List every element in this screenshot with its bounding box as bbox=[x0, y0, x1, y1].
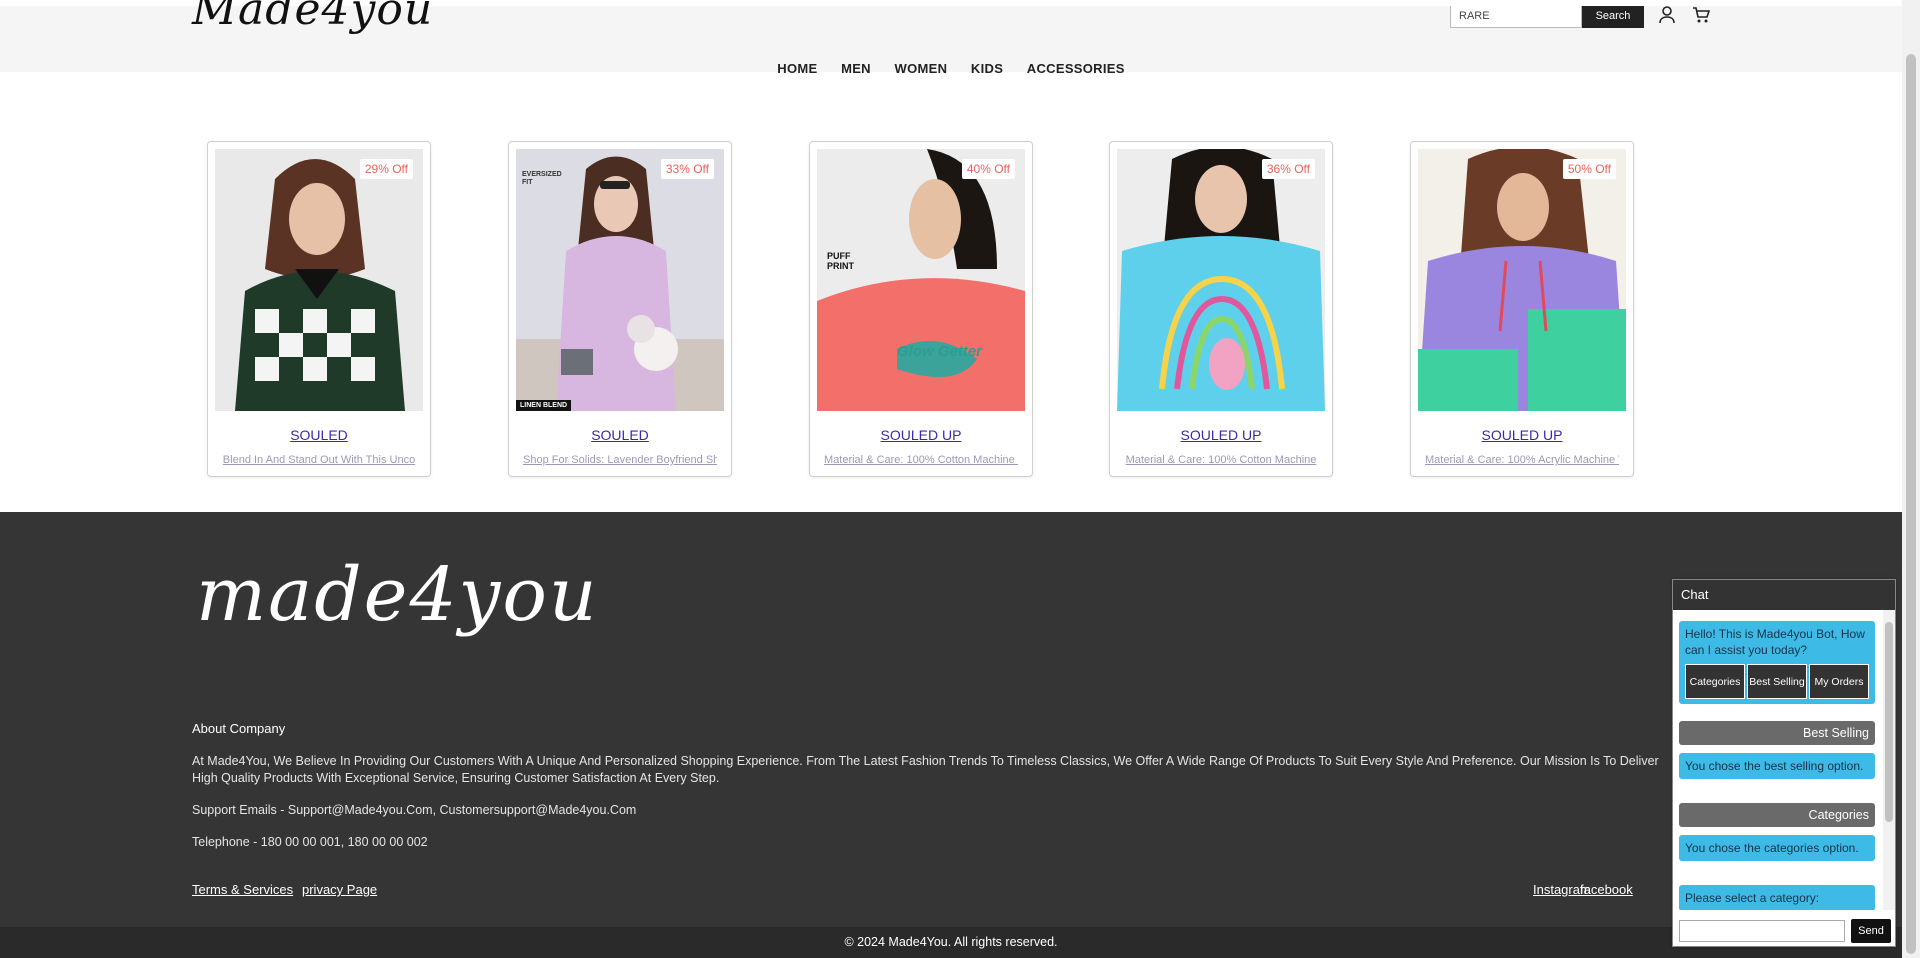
search-button[interactable]: Search bbox=[1582, 6, 1644, 28]
product-brand-link[interactable]: SOULED UP bbox=[810, 427, 1032, 443]
bot-message: You chose the best selling option. bbox=[1679, 753, 1875, 779]
quick-categories-button[interactable]: Categories bbox=[1685, 664, 1745, 699]
copyright: © 2024 Made4You. All rights reserved. bbox=[0, 927, 1902, 958]
discount-badge: 40% Off bbox=[961, 159, 1015, 179]
product-desc-link[interactable]: Shop For Solids: Lavender Boyfriend Sh bbox=[523, 454, 717, 466]
image-label-text: LINEN BLEND bbox=[516, 400, 572, 411]
bot-greeting-text: Hello! This is Made4you Bot, How can I a… bbox=[1685, 627, 1865, 657]
search-input[interactable]: RARE bbox=[1450, 6, 1582, 28]
quick-my-orders-button[interactable]: My Orders bbox=[1809, 664, 1869, 699]
about-title: About Company bbox=[192, 721, 286, 736]
bot-message: Please select a category: bbox=[1679, 885, 1875, 910]
product-card[interactable]: PUFF PRINT Glow Getter 40% Off SOULED UP… bbox=[809, 141, 1033, 477]
chat-scrollbar[interactable] bbox=[1883, 610, 1895, 910]
user-message: Best Selling bbox=[1679, 721, 1875, 745]
main-nav: HOME MEN WOMEN KIDS ACCESSORIES bbox=[0, 61, 1902, 76]
privacy-link[interactable]: privacy Page bbox=[302, 882, 377, 897]
product-desc-link[interactable]: Blend In And Stand Out With This Unco bbox=[222, 454, 416, 466]
nav-men[interactable]: MEN bbox=[841, 61, 871, 76]
image-tag-text: PUFF PRINT bbox=[827, 251, 854, 271]
page-scrollbar[interactable] bbox=[1902, 0, 1920, 958]
product-image[interactable]: 29% Off bbox=[215, 149, 423, 411]
discount-badge: 29% Off bbox=[359, 159, 413, 179]
chat-messages[interactable]: Hello! This is Made4you Bot, How can I a… bbox=[1673, 610, 1897, 910]
quick-best-selling-button[interactable]: Best Selling bbox=[1747, 664, 1807, 699]
cart-icon[interactable] bbox=[1692, 6, 1711, 24]
site-header: Made4you RARE Search HOME MEN WOMEN KIDS… bbox=[0, 0, 1902, 76]
product-brand-link[interactable]: SOULED bbox=[208, 427, 430, 443]
image-tag-text: EVERSIZED FIT bbox=[522, 171, 562, 186]
image-print-text: Glow Getter bbox=[897, 343, 983, 360]
user-icon[interactable] bbox=[1658, 6, 1676, 24]
discount-badge: 36% Off bbox=[1261, 159, 1315, 179]
nav-kids[interactable]: KIDS bbox=[971, 61, 1003, 76]
scrollbar-thumb[interactable] bbox=[1906, 54, 1916, 954]
product-card[interactable]: 36% Off SOULED UP Material & Care: 100% … bbox=[1109, 141, 1333, 477]
product-card[interactable]: EVERSIZED FIT LINEN BLEND 33% Off SOULED… bbox=[508, 141, 732, 477]
product-image[interactable]: 36% Off bbox=[1117, 149, 1325, 411]
chat-widget: Chat Hello! This is Made4you Bot, How ca… bbox=[1672, 579, 1896, 947]
site-footer: made4you About Company At Made4You, We B… bbox=[0, 512, 1902, 927]
discount-badge: 33% Off bbox=[660, 159, 714, 179]
product-brand-link[interactable]: SOULED UP bbox=[1110, 427, 1332, 443]
user-message: Categories bbox=[1679, 803, 1875, 827]
product-brand-link[interactable]: SOULED UP bbox=[1411, 427, 1633, 443]
product-desc-link[interactable]: Material & Care: 100% Cotton Machine ' bbox=[824, 454, 1018, 466]
bot-message: Hello! This is Made4you Bot, How can I a… bbox=[1679, 621, 1875, 704]
bot-message: You chose the categories option. bbox=[1679, 835, 1875, 861]
product-desc-link[interactable]: Material & Care: 100% Acrylic Machine W bbox=[1425, 454, 1619, 466]
quick-reply-group: Categories Best Selling My Orders bbox=[1685, 664, 1869, 699]
discount-badge: 50% Off bbox=[1562, 159, 1616, 179]
terms-link[interactable]: Terms & Services bbox=[192, 882, 293, 897]
facebook-link[interactable]: facebook bbox=[1580, 882, 1633, 897]
product-desc-link[interactable]: Material & Care: 100% Cotton Machine bbox=[1124, 454, 1318, 466]
product-brand-link[interactable]: SOULED bbox=[509, 427, 731, 443]
nav-women[interactable]: WOMEN bbox=[895, 61, 948, 76]
nav-home[interactable]: HOME bbox=[777, 61, 817, 76]
product-card[interactable]: 50% Off SOULED UP Material & Care: 100% … bbox=[1410, 141, 1634, 477]
nav-accessories[interactable]: ACCESSORIES bbox=[1027, 61, 1125, 76]
chat-scrollbar-thumb[interactable] bbox=[1885, 622, 1893, 822]
product-image[interactable]: EVERSIZED FIT LINEN BLEND 33% Off bbox=[516, 149, 724, 411]
product-card[interactable]: 29% Off SOULED Blend In And Stand Out Wi… bbox=[207, 141, 431, 477]
support-emails: Support Emails - Support@Made4you.Com, C… bbox=[192, 803, 637, 817]
chat-input[interactable] bbox=[1679, 920, 1845, 942]
chat-send-button[interactable]: Send bbox=[1851, 919, 1891, 943]
product-image[interactable]: 50% Off bbox=[1418, 149, 1626, 411]
telephone: Telephone - 180 00 00 001, 180 00 00 002 bbox=[192, 835, 428, 849]
about-text: At Made4You, We Believe In Providing Our… bbox=[192, 754, 1659, 785]
product-image[interactable]: PUFF PRINT Glow Getter 40% Off bbox=[817, 149, 1025, 411]
footer-logo: made4you bbox=[196, 552, 599, 638]
site-logo[interactable]: Made4you bbox=[192, 0, 433, 35]
chat-title[interactable]: Chat bbox=[1673, 580, 1895, 610]
